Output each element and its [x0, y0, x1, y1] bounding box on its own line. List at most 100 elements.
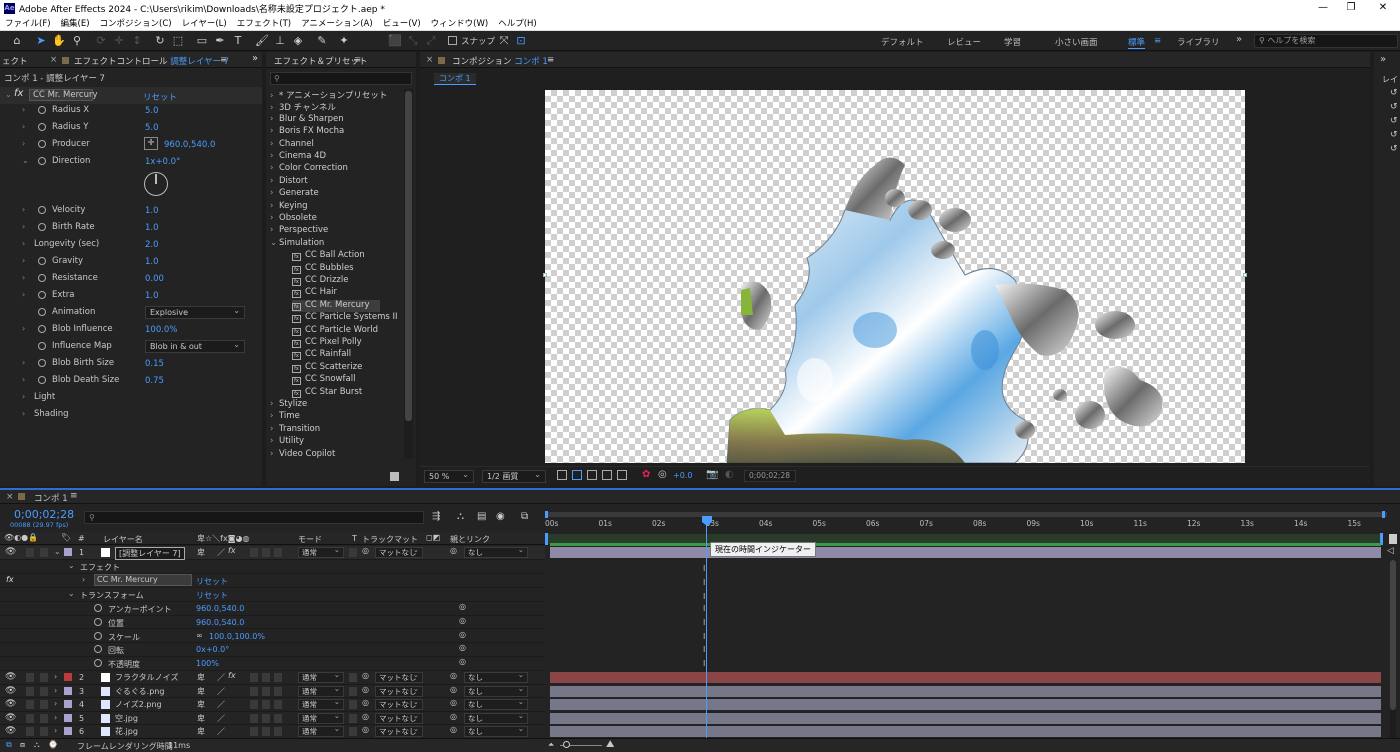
region-of-interest-icon[interactable]	[602, 470, 612, 480]
parent-dropdown[interactable]: なし	[464, 684, 528, 697]
work-area-navigator[interactable]	[547, 512, 1387, 517]
effect-category[interactable]: › Transition	[270, 424, 320, 436]
close-icon[interactable]: ✕	[1368, 0, 1398, 16]
effect-category[interactable]: › Distort	[270, 176, 308, 188]
timeline-search-input[interactable]: ⚲	[84, 511, 424, 524]
layer-mode-dropdown[interactable]: 通常	[298, 697, 344, 711]
lock-switch-box[interactable]	[40, 686, 48, 696]
menu-composition[interactable]: コンポジション(C)	[95, 17, 177, 29]
layer-mode-dropdown[interactable]: 通常	[298, 684, 344, 697]
motion-blur-switch-box[interactable]	[250, 548, 258, 557]
menu-edit[interactable]: 編集(E)	[56, 17, 95, 29]
layer-row[interactable]: 👁 › 4 ノイズ2.png 卑 ／ 通常 ◎ マットなし ◎ なし	[0, 697, 545, 712]
transform-property-value[interactable]: 960.0,540.0	[196, 604, 244, 613]
parent-pickwhip-icon[interactable]: ◎	[450, 685, 457, 694]
param-value[interactable]: 1.0	[145, 223, 159, 233]
layer-label-color[interactable]	[64, 700, 72, 709]
comp-end-marker-icon[interactable]	[1389, 534, 1397, 544]
expression-pickwhip-icon[interactable]: ◎	[459, 602, 466, 611]
timeline-nav-icon[interactable]: ◁	[1387, 546, 1394, 556]
right-toggle-icon-5[interactable]: ↺	[1390, 144, 1398, 154]
category-chevron-icon[interactable]: ›	[270, 163, 279, 173]
layer-label-color[interactable]	[64, 686, 72, 695]
right-toggle-icon-1[interactable]: ↺	[1390, 88, 1398, 98]
layer-row[interactable]: 👁 › 5 空.jpg 卑 ／ 通常 ◎ マットなし ◎ なし	[0, 711, 545, 726]
effect-category[interactable]: › * アニメーションプリセット	[270, 89, 387, 101]
visibility-eye-icon[interactable]: 👁	[5, 726, 16, 736]
adjustment-switch-box[interactable]	[262, 700, 270, 710]
comp-timecode-display[interactable]: 0;00;02;28	[744, 470, 796, 482]
preserve-transparency-box[interactable]	[349, 673, 357, 682]
layer-name[interactable]: ぐるぐる.png	[115, 686, 164, 697]
effects-scrollbar-thumb[interactable]	[405, 91, 412, 421]
graph-editor-icon[interactable]: ⧉	[521, 511, 528, 522]
layer-fx-switch-icon[interactable]: fx	[228, 671, 236, 680]
effect-category[interactable]: › Obsolete	[270, 213, 317, 225]
motion-blur-switch-box[interactable]	[250, 686, 258, 696]
param-value[interactable]: 100.0%	[145, 325, 177, 335]
stopwatch-icon[interactable]	[38, 206, 46, 214]
track-matte-dropdown[interactable]: マットなし	[375, 670, 423, 683]
effect-item[interactable]: fx CC Snowfall	[292, 374, 355, 386]
param-value[interactable]: 960.0,540.0	[164, 140, 215, 150]
maximize-icon[interactable]: ❐	[1336, 0, 1366, 16]
workspace-menu-icon[interactable]: ≡	[1154, 36, 1161, 46]
timeline-scrollbar[interactable]	[1390, 560, 1396, 740]
motion-blur-icon[interactable]: ◉	[496, 511, 505, 522]
show-snapshot-icon[interactable]: ◐	[725, 469, 734, 480]
effect-category[interactable]: › Boris FX Mocha	[270, 126, 344, 138]
category-chevron-icon[interactable]: ›	[270, 91, 279, 101]
category-chevron-icon[interactable]: ›	[270, 114, 279, 124]
layer-fx-switch-icon[interactable]: fx	[228, 546, 236, 555]
stopwatch-icon[interactable]	[38, 291, 46, 299]
work-area-start-handle[interactable]	[545, 533, 548, 545]
adjustment-switch-box[interactable]	[262, 548, 270, 557]
layer-name[interactable]: 空.jpg	[115, 713, 138, 724]
3d-switch-box[interactable]	[274, 713, 282, 723]
effect-item[interactable]: fx CC Scatterize	[292, 362, 362, 374]
align-icon[interactable]: ⬛	[388, 34, 402, 48]
audio-switch-box[interactable]	[26, 727, 34, 737]
layer-duration-bar[interactable]	[550, 726, 1381, 738]
layer-name[interactable]: [調整レイヤー 7]	[115, 547, 185, 560]
snapshot-icon[interactable]: 📷	[706, 469, 718, 480]
matte-link-icon[interactable]: ◎	[362, 712, 369, 721]
layer-expand-chevron-icon[interactable]: ⌄	[54, 547, 61, 556]
effect-category[interactable]: › 3D チャンネル	[270, 101, 336, 113]
shy-switch-icon[interactable]: 卑	[197, 713, 205, 724]
param-expand-chevron-icon[interactable]: ›	[22, 358, 25, 367]
layer-duration-bar[interactable]	[550, 672, 1381, 683]
effect-category[interactable]: › Stylize	[270, 399, 307, 411]
effect-expand-chevron-icon[interactable]: ›	[82, 575, 85, 584]
stopwatch-icon[interactable]	[38, 376, 46, 384]
clone-stamp-tool-icon[interactable]: ⊥	[273, 34, 287, 48]
roto-brush-tool-icon[interactable]: ✎	[315, 34, 329, 48]
param-dropdown[interactable]: Blob in & out	[145, 339, 245, 353]
audio-switch-box[interactable]	[26, 713, 34, 723]
exposure-reset-icon[interactable]: ◎	[658, 469, 667, 480]
param-expand-chevron-icon[interactable]: ›	[22, 205, 25, 214]
zoom-out-icon[interactable]: ⏶	[548, 740, 554, 750]
menu-help[interactable]: ヘルプ(H)	[493, 17, 542, 29]
timeline-current-time[interactable]: 0;00;02;28	[14, 508, 74, 521]
zoom-dropdown[interactable]: 50 %	[424, 469, 474, 483]
param-value[interactable]: 1x+0.0°	[145, 157, 180, 167]
transfer-controls-toggle-icon[interactable]: ⧈	[20, 740, 25, 750]
preserve-transparency-box[interactable]	[349, 700, 357, 710]
effect-category[interactable]: › Utility	[270, 436, 304, 448]
motion-blur-switch-box[interactable]	[250, 727, 258, 737]
layer-handle-left[interactable]	[543, 273, 547, 277]
effect-item[interactable]: fx CC Pixel Polly	[292, 337, 362, 349]
expression-pickwhip-icon[interactable]: ◎	[459, 616, 466, 625]
zoom-in-icon[interactable]: ⛰	[606, 739, 614, 750]
expression-pickwhip-icon[interactable]: ◎	[459, 657, 466, 666]
pan-tool-icon[interactable]: ✛	[112, 34, 126, 48]
quality-switch-icon[interactable]: ／	[217, 713, 225, 724]
visibility-eye-icon[interactable]: 👁	[5, 672, 16, 682]
menu-layer[interactable]: レイヤー(L)	[177, 17, 232, 29]
snap-checkbox[interactable]	[448, 36, 457, 45]
motion-blur-switch-box[interactable]	[250, 713, 258, 723]
category-chevron-icon[interactable]: ›	[270, 103, 279, 113]
effect-controls-tab[interactable]: エフェクトコントロール 調整レイヤー 7	[74, 55, 229, 67]
composition-tab[interactable]: コンポジション コンポ 1	[452, 55, 548, 67]
